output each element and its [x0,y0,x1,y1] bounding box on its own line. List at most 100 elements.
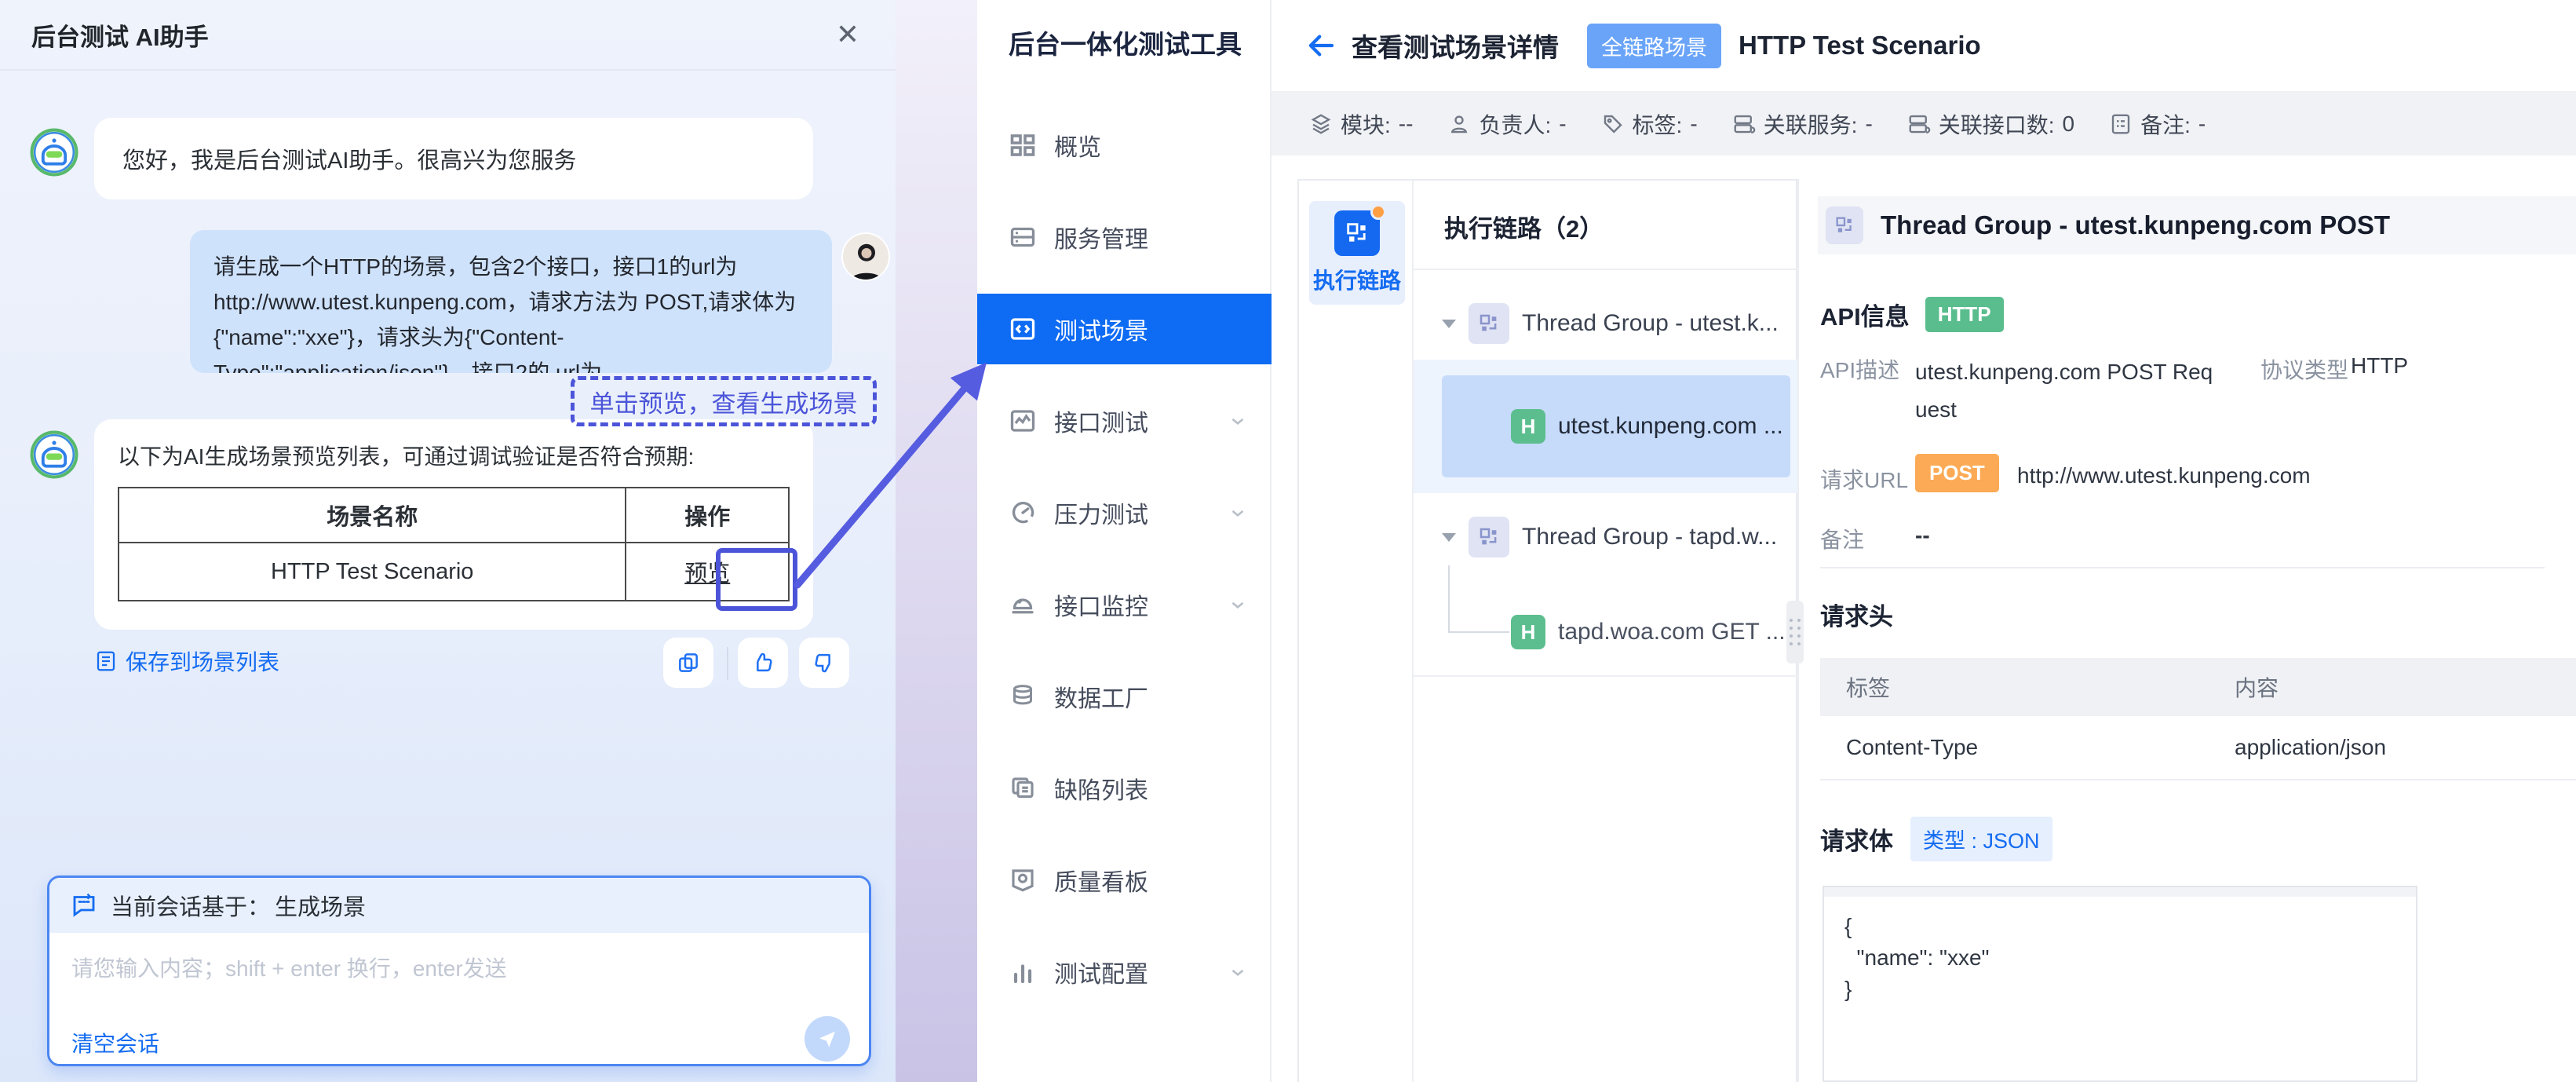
meta-remark: 备注: - [2109,108,2206,140]
sidebar-item-label: 缺陷列表 [1054,771,1148,806]
api-desc-value: utest.kunpeng.com POST Request [1915,353,2213,429]
rail-tab-execution-chain[interactable]: 执行链路 [1309,201,1405,305]
sidebar-item-defect-list[interactable]: 缺陷列表 [977,753,1272,824]
bar-chart-icon [1009,958,1037,986]
meta-label: 备注: [2140,108,2191,140]
chevron-down-icon [1228,503,1248,523]
close-icon[interactable]: ✕ [836,18,859,51]
request-body-section-label: 请求体 [1820,821,1893,857]
person-icon [1447,112,1471,136]
server-link-icon [1907,112,1931,136]
thumbs-down-icon [812,650,837,675]
api-info-section-label: API信息 [1820,297,1910,332]
tree-node-label: Thread Group - utest.k... [1522,310,1779,337]
code-scenario-icon [1009,315,1037,343]
tree-node-tapd[interactable]: H tapd.woa.com GET ... [1511,609,1786,656]
tree-node-label: tapd.woa.com GET ... [1558,619,1786,645]
app-title: 后台一体化测试工具 [1009,24,1242,61]
sidebar-item-api-test[interactable]: 接口测试 [977,386,1272,456]
request-body-json: { "name": "xxe" } [1824,897,2416,1019]
scenario-meta-row: 模块: -- 负责人: - 标签: - 关联服务: - 关联接口数: 0 备注: [1272,93,2576,155]
grid-icon [1009,131,1037,159]
server-link-icon [1732,112,1756,136]
chain-rail-icon [1334,210,1380,256]
node-detail-panel: Thread Group - utest.kunpeng.com POST AP… [1797,179,2576,1082]
server-icon [1009,223,1037,251]
assistant-avatar [30,128,78,177]
thread-group-icon [1469,303,1509,344]
back-arrow-icon[interactable] [1304,29,1337,62]
scenario-name: HTTP Test Scenario [1739,31,1981,60]
scenario-name-cell: HTTP Test Scenario [119,543,626,601]
meta-owner: 负责人: - [1447,108,1566,140]
headers-col-tag: 标签 [1846,671,2235,703]
request-body-code-block[interactable]: { "name": "xxe" } [1823,886,2417,1082]
divider [1414,675,1799,677]
rail-tab-label: 执行链路 [1313,264,1401,295]
protocol-type-value: HTTP [2351,353,2408,378]
caret-down-icon [1442,533,1456,542]
person-photo-icon [843,234,890,281]
chat-message-input[interactable] [49,933,869,1011]
save-list-icon [94,649,118,673]
headers-table-row: Content-Type application/json [1820,716,2576,780]
sidebar-item-test-config[interactable]: 测试配置 [977,937,1272,1007]
assistant-greeting-bubble: 您好，我是后台测试AI助手。很高兴为您服务 [94,118,813,199]
sidebar-item-label: 压力测试 [1054,495,1148,530]
http-sampler-icon: H [1511,409,1545,444]
meta-linked-services: 关联服务: - [1732,108,1873,140]
meta-value: - [1865,111,1872,137]
sidebar-item-api-monitor[interactable]: 接口监控 [977,569,1272,640]
assistant-preview-bubble: 以下为AI生成场景预览列表，可通过调试验证是否符合预期: 场景名称 操作 HTT… [94,419,813,630]
detail-title: Thread Group - utest.kunpeng.com POST [1881,210,2390,240]
defect-docs-icon [1009,774,1037,802]
thumbs-down-button[interactable] [799,638,849,688]
sidebar-item-quality-board[interactable]: 质量看板 [977,845,1272,916]
scenario-type-badge: 全链路场景 [1587,24,1721,68]
headers-table-head: 标签 内容 [1820,658,2576,716]
caret-down-icon [1442,320,1456,328]
user-message-bubble: 请生成一个HTTP的场景，包含2个接口，接口1的url为http://www.u… [190,230,832,373]
meta-value: - [1559,111,1566,137]
thumbs-up-icon [750,650,775,675]
meta-label: 负责人: [1479,108,1551,140]
request-headers-section-label: 请求头 [1820,597,1893,632]
sidebar-item-label: 测试配置 [1054,955,1148,989]
tree-node-label: utest.kunpeng.com ... [1558,413,1783,440]
clear-session-link[interactable]: 清空会话 [71,1027,159,1058]
tree-node-label: Thread Group - tapd.w... [1522,524,1777,550]
divider [1414,269,1799,270]
thumbs-up-button[interactable] [738,638,788,688]
send-button[interactable] [805,1016,850,1062]
sidebar-item-label: 服务管理 [1054,220,1148,254]
chevron-down-icon [1228,411,1248,431]
tag-icon [1601,112,1625,136]
panel-splitter-handle[interactable] [1786,601,1804,663]
request-url-value: http://www.utest.kunpeng.com [2017,463,2311,488]
sidebar-item-label: 数据工厂 [1054,679,1148,714]
gauge-icon [1009,499,1037,527]
thread-group-icon [1826,207,1863,244]
sidebar-item-stress-test[interactable]: 压力测试 [977,477,1272,548]
thread-group-icon [1469,517,1509,557]
meta-module: 模块: -- [1309,108,1413,140]
save-to-scenario-list-link[interactable]: 保存到场景列表 [94,645,279,677]
sidebar-item-label: 接口监控 [1054,587,1148,622]
ai-assistant-panel: 后台测试 AI助手 ✕ 您好，我是后台测试AI助手。很高兴为您服务 请生成一个H… [0,0,896,1082]
tree-node-thread-group-1[interactable]: Thread Group - utest.k... [1442,298,1779,349]
main-sidebar: 后台一体化测试工具 概览 服务管理 测试场景 接口测试 压力测试 [977,0,1272,1082]
greeting-text: 您好，我是后台测试AI助手。很高兴为您服务 [122,142,576,175]
copy-button[interactable] [663,638,713,688]
meta-label: 关联服务: [1764,108,1858,140]
sidebar-item-test-scenario[interactable]: 测试场景 [977,294,1272,364]
sidebar-item-overview[interactable]: 概览 [977,110,1272,181]
tree-node-thread-group-2[interactable]: Thread Group - tapd.w... [1442,512,1777,562]
sidebar-item-data-factory[interactable]: 数据工厂 [977,661,1272,732]
sidebar-item-service-mgmt[interactable]: 服务管理 [977,202,1272,272]
header-key: Content-Type [1846,735,2235,760]
page-title: 查看测试场景详情 [1352,27,1559,64]
session-context-bar[interactable]: 当前会话基于：生成场景 [49,878,869,933]
copy-icon [676,650,701,675]
tree-node-utest-selected[interactable]: H utest.kunpeng.com ... [1442,375,1790,477]
method-badge: POST [1915,454,1999,492]
